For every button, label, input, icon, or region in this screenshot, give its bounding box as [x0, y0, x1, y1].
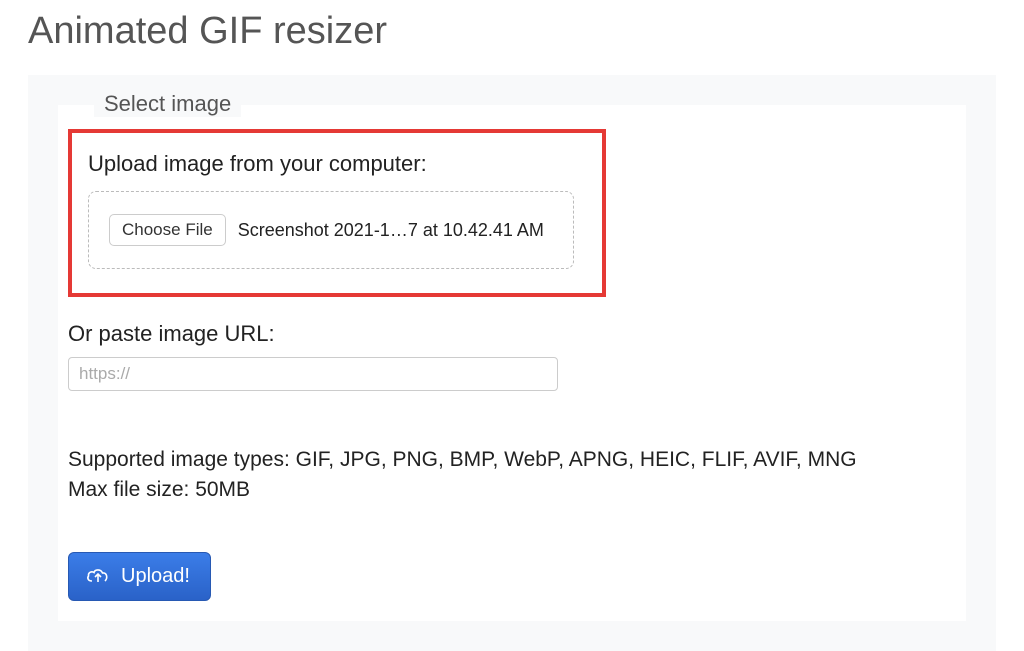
upload-from-computer-label: Upload image from your computer: [88, 151, 586, 177]
info-block: Supported image types: GIF, JPG, PNG, BM… [68, 445, 956, 506]
max-file-size-text: Max file size: 50MB [68, 475, 956, 505]
choose-file-button[interactable]: Choose File [109, 214, 226, 246]
content-panel: Select image Upload image from your comp… [28, 75, 996, 651]
upload-button[interactable]: Upload! [68, 552, 211, 601]
url-label: Or paste image URL: [68, 321, 956, 347]
selected-file-name: Screenshot 2021-1…7 at 10.42.41 AM [238, 220, 544, 241]
fieldset-body: Upload image from your computer: Choose … [58, 105, 966, 621]
upload-button-label: Upload! [121, 565, 190, 588]
image-url-input[interactable] [68, 357, 558, 391]
page-title: Animated GIF resizer [0, 0, 1024, 75]
file-drop-area[interactable]: Choose File Screenshot 2021-1…7 at 10.42… [88, 191, 574, 269]
fieldset-legend: Select image [94, 91, 241, 117]
cloud-upload-icon [85, 566, 111, 586]
supported-types-text: Supported image types: GIF, JPG, PNG, BM… [68, 445, 956, 475]
upload-highlight-box: Upload image from your computer: Choose … [68, 129, 606, 297]
